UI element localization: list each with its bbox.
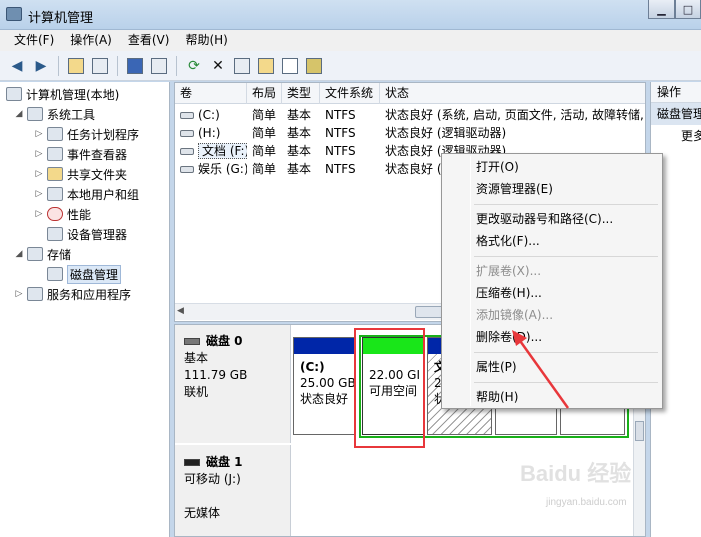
menu-item-properties[interactable]: 属性(P)	[444, 356, 660, 378]
expand-arrow-icon[interactable]: ▷	[34, 129, 44, 139]
scroll-left-icon[interactable]: ◀	[177, 306, 184, 316]
menu-separator	[474, 204, 658, 205]
menu-item-shrink-volume[interactable]: 压缩卷(H)...	[444, 282, 660, 304]
expand-arrow-icon[interactable]: ▷	[34, 209, 44, 219]
menu-item-extend-volume: 扩展卷(X)...	[476, 264, 542, 278]
tree-item-device-manager[interactable]: 设备管理器	[47, 224, 127, 244]
menu-help[interactable]: 帮助(H)	[177, 30, 235, 51]
shared-folder-icon	[47, 167, 63, 181]
forward-arrow-icon[interactable]: ▶	[30, 55, 52, 77]
disk-0-info[interactable]: 磁盘 0 基本 111.79 GB 联机	[175, 325, 291, 443]
disk-icon	[184, 338, 200, 345]
column-header-filesystem[interactable]: 文件系统	[320, 83, 380, 104]
table-row[interactable]: (C:) 简单 基本 NTFS 状态良好 (系统, 启动, 页面文件, 活动, …	[175, 106, 645, 124]
clock-icon	[47, 127, 63, 141]
computer-icon	[6, 87, 22, 101]
expand-arrow-icon[interactable]: ▷	[34, 189, 44, 199]
toolbar-separator	[176, 55, 177, 76]
services-icon	[27, 287, 43, 301]
open-folder-icon[interactable]	[255, 55, 277, 77]
help-icon[interactable]	[124, 55, 146, 77]
expand-arrow-icon[interactable]: ▷	[34, 149, 44, 159]
scrollbar-thumb[interactable]	[635, 421, 644, 441]
baidu-watermark: Baidu 经验	[520, 461, 632, 486]
tree-item-disk-management[interactable]: 磁盘管理	[47, 264, 122, 284]
menu-view[interactable]: 查看(V)	[120, 30, 178, 51]
menu-bar: 文件(F) 操作(A) 查看(V) 帮助(H)	[0, 30, 701, 51]
disk-settings-icon[interactable]	[303, 55, 325, 77]
tools-icon	[27, 107, 43, 121]
expand-arrow-icon[interactable]: ▷	[14, 289, 24, 299]
storage-icon	[27, 247, 43, 261]
column-header-status[interactable]: 状态	[380, 83, 645, 104]
delete-icon[interactable]: ✕	[207, 55, 229, 77]
up-folder-icon[interactable]	[65, 55, 87, 77]
menu-item-add-mirror: 添加镜像(A)...	[476, 308, 554, 322]
event-viewer-icon	[47, 147, 63, 161]
tree-item-performance[interactable]: ▷ 性能	[34, 204, 91, 224]
tree-item-storage[interactable]: ◢ 存储	[14, 244, 71, 264]
toolbar-separator	[58, 55, 59, 76]
removable-disk-icon	[184, 459, 200, 466]
tree-item-shared-folders[interactable]: ▷ 共享文件夹	[34, 164, 127, 184]
properties-icon[interactable]	[231, 55, 253, 77]
menu-item-open[interactable]: 打开(O)	[444, 156, 660, 178]
users-icon	[47, 187, 63, 201]
drive-icon	[180, 130, 194, 137]
disk-management-icon	[47, 267, 63, 281]
table-row[interactable]: (H:) 简单 基本 NTFS 状态良好 (逻辑驱动器)	[175, 124, 645, 142]
drive-icon	[180, 148, 194, 155]
partition-bar	[294, 338, 355, 354]
menu-item-delete-volume[interactable]: 删除卷(D)...	[444, 326, 660, 348]
title-bar: 计算机管理 ▁ □	[0, 0, 701, 30]
tree-item-local-users[interactable]: ▷ 本地用户和组	[34, 184, 139, 204]
refresh-icon[interactable]: ⟳	[183, 55, 205, 77]
drive-icon	[180, 166, 194, 173]
volume-list-header: 卷 布局 类型 文件系统 状态	[175, 83, 645, 104]
collapse-arrow-icon[interactable]: ◢	[14, 109, 24, 119]
menu-item-explorer[interactable]: 资源管理器(E)	[444, 178, 660, 200]
menu-separator	[474, 256, 658, 257]
partition-c[interactable]: (C:) 25.00 GB 状态良好	[293, 337, 356, 435]
actions-header: 操作	[651, 82, 701, 103]
column-header-type[interactable]: 类型	[282, 83, 320, 104]
column-header-layout[interactable]: 布局	[247, 83, 282, 104]
window-title: 计算机管理	[28, 11, 94, 26]
expand-arrow-icon[interactable]: ▷	[34, 169, 44, 179]
menu-action[interactable]: 操作(A)	[62, 30, 120, 51]
back-arrow-icon[interactable]: ◀	[6, 55, 28, 77]
tree-item-services[interactable]: ▷ 服务和应用程序	[14, 284, 131, 304]
tree-item-event-viewer[interactable]: ▷ 事件查看器	[34, 144, 127, 164]
collapse-arrow-icon[interactable]: ◢	[14, 249, 24, 259]
menu-item-format[interactable]: 格式化(F)...	[444, 230, 660, 252]
show-hide-action-pane-icon[interactable]	[148, 55, 170, 77]
watermark-url: jingyan.baidu.com	[546, 497, 627, 508]
context-menu: 打开(O) 资源管理器(E) 更改驱动器号和路径(C)... 格式化(F)...…	[441, 153, 663, 409]
tree-item-system-tools[interactable]: ◢ 系统工具	[14, 104, 95, 124]
performance-icon	[47, 207, 63, 221]
tree-item-task-scheduler[interactable]: ▷ 任务计划程序	[34, 124, 139, 144]
window-controls: ▁ □	[648, 0, 701, 20]
navigation-tree: 计算机管理(本地) ◢ 系统工具 ▷ 任务计划程序 ▷ 事件查看器 ▷ 共享文件…	[0, 82, 170, 537]
device-manager-icon	[47, 227, 63, 241]
disk-1-info[interactable]: 磁盘 1 可移动 (J:) 无媒体	[175, 445, 291, 536]
show-hide-tree-icon[interactable]	[89, 55, 111, 77]
search-icon[interactable]	[279, 55, 301, 77]
toolbar-separator	[117, 55, 118, 76]
computer-management-icon	[6, 7, 22, 21]
menu-separator	[474, 382, 658, 383]
actions-more[interactable]: 更多	[651, 125, 701, 147]
column-header-volume[interactable]: 卷	[175, 83, 247, 104]
annotation-highlight-box	[354, 328, 425, 448]
toolbar: ◀ ▶ ⟳ ✕	[0, 51, 701, 81]
menu-separator	[474, 352, 658, 353]
menu-file[interactable]: 文件(F)	[6, 30, 62, 51]
minimize-button[interactable]: ▁	[648, 0, 675, 19]
drive-icon	[180, 112, 194, 119]
tree-item-root[interactable]: 计算机管理(本地)	[6, 84, 119, 104]
actions-section-disk-management[interactable]: 磁盘管理	[651, 103, 701, 125]
menu-item-help[interactable]: 帮助(H)	[444, 386, 660, 408]
menu-item-change-drive-letter[interactable]: 更改驱动器号和路径(C)...	[444, 208, 660, 230]
maximize-button[interactable]: □	[675, 0, 701, 19]
